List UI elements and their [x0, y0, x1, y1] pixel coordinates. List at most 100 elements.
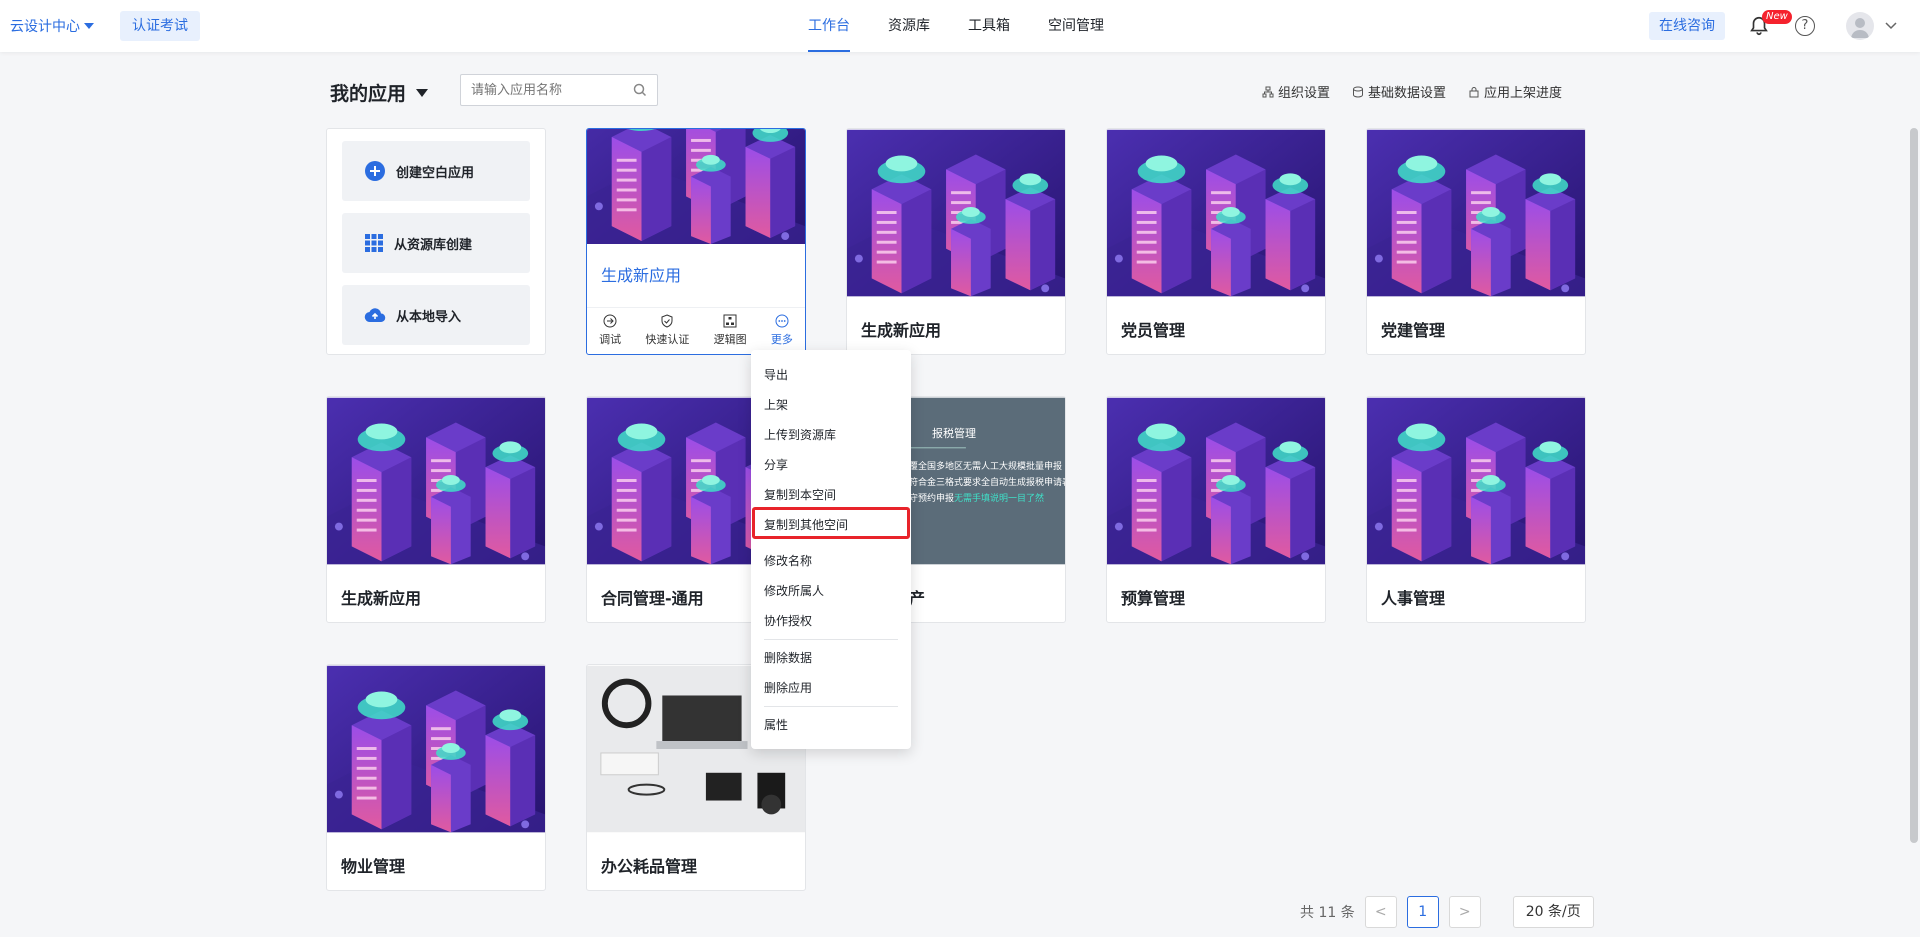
app-card-name: 党员管理: [1121, 321, 1186, 340]
create-blank-label: 创建空白应用: [396, 165, 475, 181]
org-icon: [1262, 86, 1274, 97]
app-thumbnail: [1107, 129, 1325, 297]
tax-line3-a: 守预约申报: [909, 494, 955, 504]
app-card-name: 产: [909, 589, 926, 608]
next-page-button[interactable]: >: [1448, 896, 1481, 928]
base-data-settings-link[interactable]: 基础数据设置: [1352, 82, 1446, 101]
menu-item-export[interactable]: 导出: [764, 366, 788, 383]
app-card-name: 预算管理: [1121, 589, 1186, 608]
new-badge: New: [1762, 10, 1792, 24]
menu-item-copy-to-this-space[interactable]: 复制到本空间: [764, 486, 836, 503]
app-card-selected[interactable]: 生成新应用 调试 快速认证 逻辑图 更多: [586, 128, 806, 355]
diagram-icon: [723, 314, 737, 328]
tax-title: 报税管理: [932, 427, 976, 440]
menu-item-delete-data[interactable]: 删除数据: [764, 649, 812, 666]
app-card[interactable]: 预算管理: [1106, 396, 1326, 623]
local-import-button[interactable]: 从本地导入: [342, 285, 530, 345]
more-action[interactable]: 更多: [771, 314, 793, 347]
help-icon[interactable]: ?: [1795, 16, 1815, 36]
nav-workbench[interactable]: 工作台: [808, 0, 850, 52]
create-from-repo-button[interactable]: 从资源库创建: [342, 213, 530, 273]
app-thumbnail: [587, 129, 805, 244]
more-label: 更多: [770, 333, 793, 346]
app-card-name: 生成新应用: [341, 589, 422, 608]
avatar[interactable]: [1846, 12, 1874, 40]
app-card[interactable]: 物业管理: [326, 664, 546, 891]
app-card-name: 生成新应用: [861, 321, 942, 340]
brand-label: 云设计中心: [10, 19, 80, 35]
menu-item-share[interactable]: 分享: [764, 456, 788, 473]
menu-separator: [764, 706, 898, 707]
app-card[interactable]: 人事管理: [1366, 396, 1586, 623]
app-thumbnail: [1367, 397, 1585, 565]
menu-item-copy-to-other-space[interactable]: 复制到其他空间: [764, 516, 848, 533]
create-from-repo-label: 从资源库创建: [394, 237, 473, 253]
top-bar: 云设计中心 认证考试 工作台 资源库 工具箱 空间管理 在线咨询 New ?: [0, 0, 1920, 52]
menu-item-delete-app[interactable]: 删除应用: [764, 679, 812, 696]
app-card[interactable]: 生成新应用: [846, 128, 1066, 355]
org-settings-link[interactable]: 组织设置: [1262, 82, 1330, 101]
page-title-dropdown[interactable]: 我的应用: [330, 79, 429, 106]
menu-item-collab-auth[interactable]: 协作授权: [764, 612, 812, 629]
menu-separator: [764, 639, 898, 640]
nav-toolbox[interactable]: 工具箱: [968, 0, 1010, 52]
shield-check-icon: [661, 314, 673, 328]
app-thumbnail: [327, 665, 545, 833]
debug-action[interactable]: 调试: [599, 314, 621, 347]
app-card-name: 合同管理-通用: [601, 589, 704, 608]
local-import-label: 从本地导入: [396, 309, 462, 325]
pagination: 共 11 条 < 1 > 20 条/页: [1300, 896, 1594, 928]
app-card-name: 物业管理: [341, 857, 406, 876]
search-box: [460, 74, 658, 106]
base-data-settings-label: 基础数据设置: [1368, 86, 1447, 101]
org-settings-label: 组织设置: [1278, 86, 1331, 101]
app-thumbnail: [327, 397, 545, 565]
menu-item-properties[interactable]: 属性: [764, 716, 788, 733]
app-thumbnail: [847, 129, 1065, 297]
app-card[interactable]: 党员管理: [1106, 128, 1326, 355]
debug-label: 调试: [599, 333, 622, 346]
scrollbar[interactable]: [1910, 128, 1918, 843]
tax-line2: 符合金三格式要求全自动生成报税申请表: [909, 478, 1066, 488]
app-listing-progress-label: 应用上架进度: [1484, 86, 1563, 101]
caret-down-icon: [84, 23, 94, 29]
page-1-button[interactable]: 1: [1406, 896, 1439, 928]
cert-exam-button[interactable]: 认证考试: [120, 11, 200, 41]
brand-dropdown[interactable]: 云设计中心: [10, 16, 94, 36]
plus-circle-icon: [365, 161, 385, 181]
app-thumbnail: [1107, 397, 1325, 565]
app-card[interactable]: 党建管理: [1366, 128, 1586, 355]
app-thumbnail: [1367, 129, 1585, 297]
grid-icon: [365, 234, 383, 252]
create-blank-app-button[interactable]: 创建空白应用: [342, 141, 530, 201]
arrow-right-circle-icon: [603, 314, 617, 328]
cloud-upload-icon: [364, 308, 386, 323]
main-nav: 工作台 资源库 工具箱 空间管理: [808, 0, 1104, 52]
header-links: 组织设置 基础数据设置 应用上架进度: [1262, 82, 1562, 101]
tax-line3-b: 无需手填说明一目了然: [954, 494, 1045, 504]
search-icon[interactable]: [633, 83, 647, 97]
app-listing-progress-link[interactable]: 应用上架进度: [1468, 82, 1562, 101]
prev-page-button[interactable]: <: [1364, 896, 1397, 928]
menu-item-change-owner[interactable]: 修改所属人: [764, 582, 824, 599]
app-card-actions: 调试 快速认证 逻辑图 更多: [587, 307, 805, 347]
app-card-name: 人事管理: [1381, 589, 1446, 608]
online-consult-button[interactable]: 在线咨询: [1649, 12, 1725, 40]
page-size-select[interactable]: 20 条/页: [1512, 896, 1594, 928]
app-card[interactable]: 生成新应用: [326, 396, 546, 623]
nav-space-management[interactable]: 空间管理: [1048, 0, 1104, 52]
page-title: 我的应用: [330, 83, 407, 105]
app-card-name: 党建管理: [1381, 321, 1446, 340]
logic-diagram-action[interactable]: 逻辑图: [714, 314, 747, 347]
total-count: 共 11 条: [1300, 905, 1355, 921]
nav-resource-library[interactable]: 资源库: [888, 0, 930, 52]
menu-item-rename[interactable]: 修改名称: [764, 552, 812, 569]
app-card-name: 办公耗品管理: [601, 857, 698, 876]
menu-item-upload-to-repo[interactable]: 上传到资源库: [764, 426, 836, 443]
menu-item-publish[interactable]: 上架: [764, 396, 788, 413]
search-input[interactable]: [461, 75, 621, 105]
quick-cert-label: 快速认证: [645, 333, 690, 346]
chevron-down-icon[interactable]: [1884, 18, 1898, 32]
app-card-name: 生成新应用: [601, 266, 682, 285]
quick-cert-action[interactable]: 快速认证: [645, 314, 689, 347]
